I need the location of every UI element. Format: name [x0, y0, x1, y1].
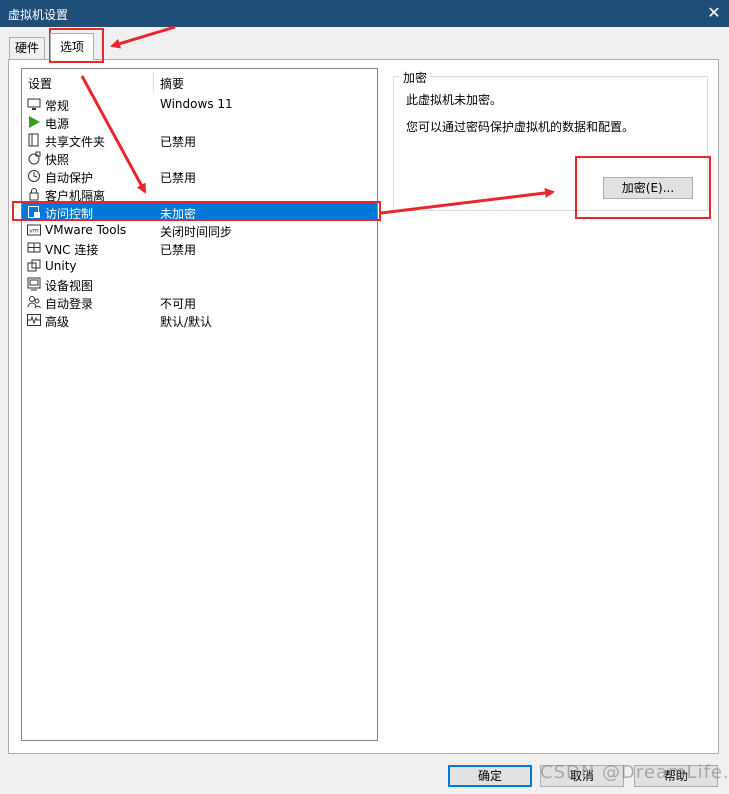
list-item-autoprotect[interactable]: 自动保护 已禁用 [22, 167, 377, 185]
waveform-icon [27, 313, 41, 327]
list-item-name: 快照 [45, 153, 70, 167]
list-item-unity[interactable]: Unity [22, 257, 377, 275]
encryption-description: 您可以通过密码保护虚拟机的数据和配置。 [406, 120, 635, 134]
annotation-arrow-to-tab [110, 25, 176, 49]
list-item-name: 设备视图 [45, 279, 94, 293]
column-divider[interactable] [153, 73, 154, 91]
clock-icon [27, 169, 41, 183]
users-icon [27, 295, 41, 309]
snapshot-icon [27, 151, 41, 165]
list-item-name: 访问控制 [45, 207, 94, 221]
encryption-group-title: 加密 [400, 69, 431, 86]
list-item-summary: 已禁用 [160, 243, 197, 257]
access-control-icon [27, 205, 41, 219]
svg-text:vm: vm [29, 228, 39, 235]
monitor-icon [27, 97, 41, 111]
list-item-autologin[interactable]: 自动登录 不可用 [22, 293, 377, 311]
shared-folder-icon [27, 133, 41, 147]
list-item-device-view[interactable]: 设备视图 [22, 275, 377, 293]
list-item-name: VNC 连接 [45, 243, 99, 257]
encrypt-button[interactable]: 加密(E)... [603, 177, 693, 199]
list-item-power[interactable]: 电源 [22, 113, 377, 131]
play-icon [27, 115, 41, 129]
list-header: 设置 摘要 [22, 73, 377, 91]
list-item-vmware-tools[interactable]: vm VMware Tools 关闭时间同步 [22, 221, 377, 239]
vm-icon: vm [27, 223, 41, 237]
settings-list[interactable]: 设置 摘要 常规 Windows 11 电源 共享文件夹 已禁用 快照 自动保护… [21, 68, 378, 741]
device-view-icon [27, 277, 41, 291]
list-item-advanced[interactable]: 高级 默认/默认 [22, 311, 377, 329]
list-item-summary: 关闭时间同步 [160, 225, 233, 239]
list-item-summary: 已禁用 [160, 135, 197, 149]
close-icon[interactable]: ✕ [699, 0, 729, 27]
list-item-name: 自动保护 [45, 171, 94, 185]
column-header-setting[interactable]: 设置 [28, 75, 52, 92]
unity-icon [27, 259, 41, 273]
tab-hardware[interactable]: 硬件 [9, 37, 45, 59]
tab-options[interactable]: 选项 [50, 33, 94, 60]
watermark: CSDN @DreamLife. [540, 762, 729, 783]
list-item-snapshots[interactable]: 快照 [22, 149, 377, 167]
list-item-name: 电源 [45, 117, 70, 131]
list-item-name: 客户机隔离 [45, 189, 106, 203]
list-item-name: Unity [45, 259, 77, 273]
list-item-summary: 已禁用 [160, 171, 197, 185]
list-item-name: 常规 [45, 99, 70, 113]
ok-button[interactable]: 确定 [448, 765, 532, 787]
vnc-icon [27, 241, 41, 255]
list-item-general[interactable]: 常规 Windows 11 [22, 95, 377, 113]
window-title: 虚拟机设置 [8, 8, 69, 22]
list-item-guest-isolation[interactable]: 客户机隔离 [22, 185, 377, 203]
list-item-name: VMware Tools [45, 223, 127, 237]
lock-icon [27, 187, 41, 201]
list-item-shared-folders[interactable]: 共享文件夹 已禁用 [22, 131, 377, 149]
list-item-name: 共享文件夹 [45, 135, 106, 149]
title-bar: 虚拟机设置 ✕ [0, 0, 729, 27]
list-item-name: 自动登录 [45, 297, 94, 311]
list-item-summary: 默认/默认 [160, 315, 213, 329]
column-header-summary[interactable]: 摘要 [160, 75, 184, 92]
list-item-summary: 未加密 [160, 207, 197, 221]
list-item-vnc[interactable]: VNC 连接 已禁用 [22, 239, 377, 257]
list-item-summary: Windows 11 [160, 97, 233, 111]
encryption-status: 此虚拟机未加密。 [406, 93, 503, 107]
list-item-name: 高级 [45, 315, 70, 329]
list-item-access-control[interactable]: 访问控制 未加密 [22, 203, 377, 221]
list-item-summary: 不可用 [160, 297, 197, 311]
